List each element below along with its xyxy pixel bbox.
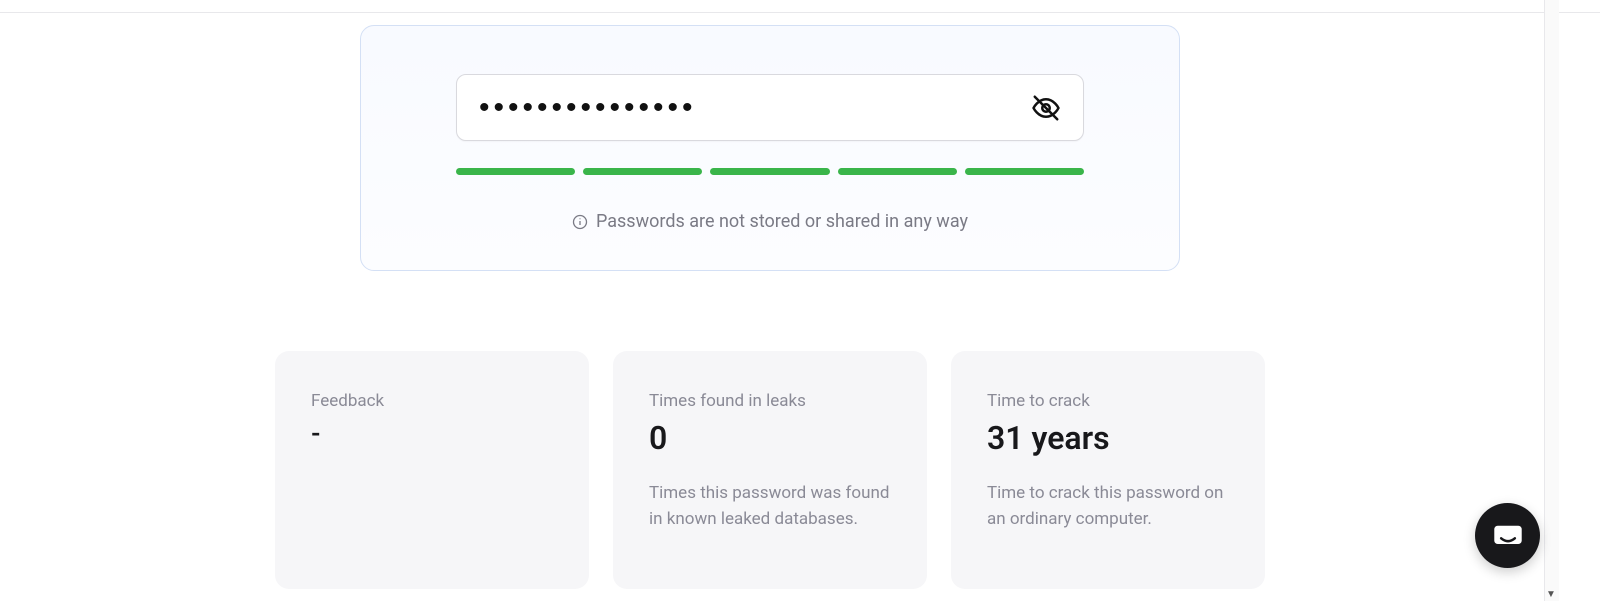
hint-row: Passwords are not stored or shared in an… <box>572 211 968 232</box>
feedback-card-value: - <box>311 419 553 449</box>
hint-text: Passwords are not stored or shared in an… <box>596 211 968 232</box>
toggle-password-visibility-button[interactable] <box>1031 93 1061 123</box>
leaks-card-desc: Times this password was found in known l… <box>649 481 891 532</box>
eye-off-icon <box>1031 93 1061 123</box>
crack-time-card-title: Time to crack <box>987 391 1229 411</box>
results-cards: Feedback - Times found in leaks 0 Times … <box>275 351 1265 589</box>
crack-time-card-value: 31 years <box>987 419 1229 457</box>
strength-meter <box>456 168 1084 175</box>
strength-bar-4 <box>838 168 957 175</box>
leaks-card: Times found in leaks 0 Times this passwo… <box>613 351 927 589</box>
chat-icon <box>1492 520 1524 552</box>
crack-time-card: Time to crack 31 years Time to crack thi… <box>951 351 1265 589</box>
scrollbar-down-arrow[interactable]: ▼ <box>1546 589 1556 599</box>
password-input[interactable] <box>479 91 1031 125</box>
top-divider <box>0 12 1600 13</box>
leaks-card-value: 0 <box>649 419 891 457</box>
scrollbar[interactable] <box>1544 0 1559 601</box>
main-container: Passwords are not stored or shared in an… <box>0 0 1540 589</box>
info-icon <box>572 214 588 230</box>
chat-button[interactable] <box>1475 503 1540 568</box>
leaks-card-title: Times found in leaks <box>649 391 891 411</box>
password-checker-panel: Passwords are not stored or shared in an… <box>360 25 1180 271</box>
feedback-card: Feedback - <box>275 351 589 589</box>
password-input-wrap <box>456 74 1084 141</box>
strength-bar-2 <box>583 168 702 175</box>
crack-time-card-desc: Time to crack this password on an ordina… <box>987 481 1229 532</box>
feedback-card-title: Feedback <box>311 391 553 411</box>
strength-bar-3 <box>710 168 829 175</box>
strength-bar-5 <box>965 168 1084 175</box>
strength-bar-1 <box>456 168 575 175</box>
